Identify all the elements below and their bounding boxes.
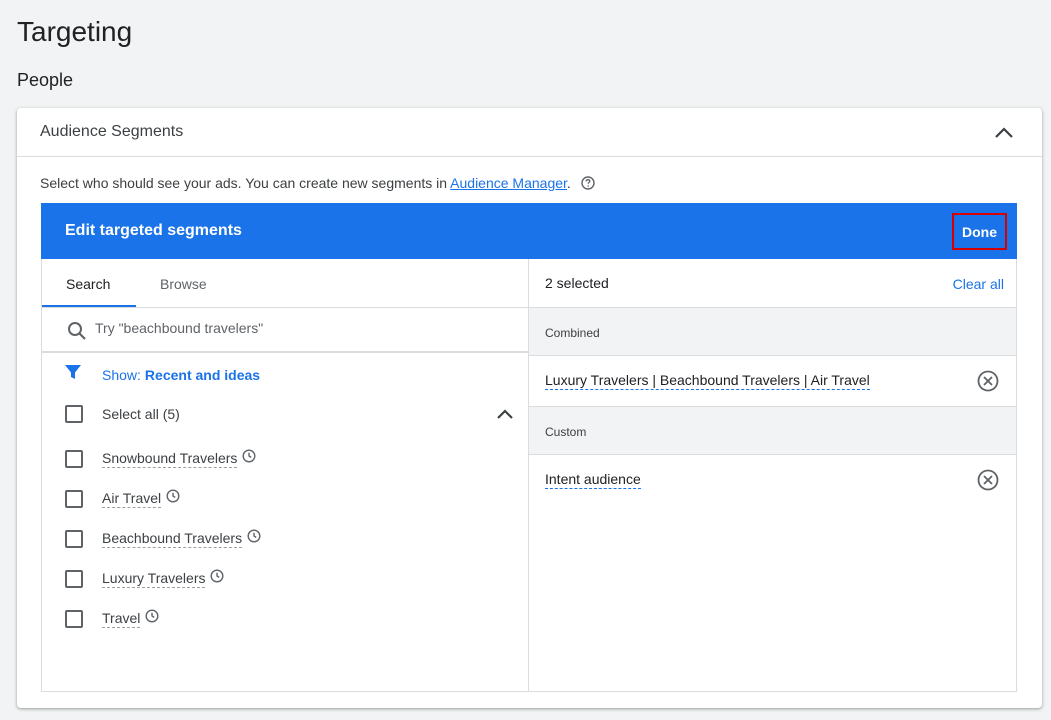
section-title: People [17,70,74,90]
list-item: Air Travel [65,489,180,508]
edit-segments-panel: Edit targeted segments Done Search Brows… [41,203,1017,692]
selected-item-label[interactable]: Luxury Travelers | Beachbound Travelers … [545,372,870,390]
clear-all-button[interactable]: Clear all [953,276,1004,292]
active-tab-indicator [42,305,136,307]
audience-manager-link[interactable]: Audience Manager [450,175,567,191]
search-bar [42,308,528,353]
list-item: Snowbound Travelers [65,449,256,468]
filter-icon [64,363,82,386]
segment-checkbox[interactable] [65,449,83,468]
selected-pane: 2 selected Clear all Combined Luxury Tra… [529,259,1016,692]
description-text: Select who should see your ads. You can … [40,175,451,191]
remove-circle-icon[interactable] [977,469,999,496]
segment-label[interactable]: Snowbound Travelers [102,450,238,468]
tab-browse[interactable]: Browse [160,276,207,292]
segment-label[interactable]: Luxury Travelers [102,570,206,588]
chevron-up-icon[interactable] [992,122,1016,142]
segment-checkbox[interactable] [65,609,83,628]
chevron-up-icon[interactable] [495,406,515,427]
clock-icon [242,449,256,468]
page-title: Targeting [17,16,133,47]
selected-count: 2 selected [545,275,609,291]
group-label: Custom [545,425,587,439]
list-item: Travel [65,609,159,628]
filter-value: Recent and ideas [144,366,261,383]
selected-item-label[interactable]: Intent audience [545,471,641,489]
audience-segments-card: Audience Segments Select who should see … [17,108,1042,708]
card-title: Audience Segments [40,123,184,140]
list-item: Luxury Travelers [65,569,224,588]
filter-control[interactable]: Show: Recent and ideas [64,363,260,386]
panel-title: Edit targeted segments [65,222,242,239]
segment-checkbox[interactable] [65,569,83,588]
selected-item: Intent audience [529,455,1016,506]
group-header-combined: Combined [529,308,1016,356]
card-description: Select who should see your ads. You can … [40,175,595,193]
select-all-checkbox[interactable] [65,405,83,423]
done-button[interactable]: Done [952,213,1007,250]
segment-label[interactable]: Air Travel [102,490,162,508]
selected-item: Luxury Travelers | Beachbound Travelers … [529,356,1016,407]
clock-icon [210,569,224,588]
select-all-row: Select all (5) [65,405,180,423]
tab-search[interactable]: Search [66,276,110,292]
card-header[interactable]: Audience Segments [17,108,1042,157]
filter-label: Show: [102,366,141,383]
segment-label[interactable]: Beachbound Travelers [102,530,243,548]
search-input[interactable] [95,320,495,336]
tab-bar: Search Browse [42,259,528,308]
selected-header: 2 selected Clear all [529,259,1016,308]
panel-header: Edit targeted segments Done [41,203,1017,259]
list-item: Beachbound Travelers [65,529,261,548]
group-header-custom: Custom [529,407,1016,455]
search-icon [67,321,87,346]
segment-checkbox[interactable] [65,489,83,508]
clock-icon [145,609,159,628]
remove-circle-icon[interactable] [977,370,999,397]
select-all-label: Select all (5) [102,406,180,422]
segment-label[interactable]: Travel [102,610,141,628]
help-icon[interactable] [581,176,595,193]
segment-checkbox[interactable] [65,529,83,548]
clock-icon [166,489,180,508]
search-pane: Search Browse Show: Recent and ideas Se [42,259,529,692]
description-suffix: . [566,175,571,191]
group-label: Combined [545,326,600,340]
clock-icon [247,529,261,548]
